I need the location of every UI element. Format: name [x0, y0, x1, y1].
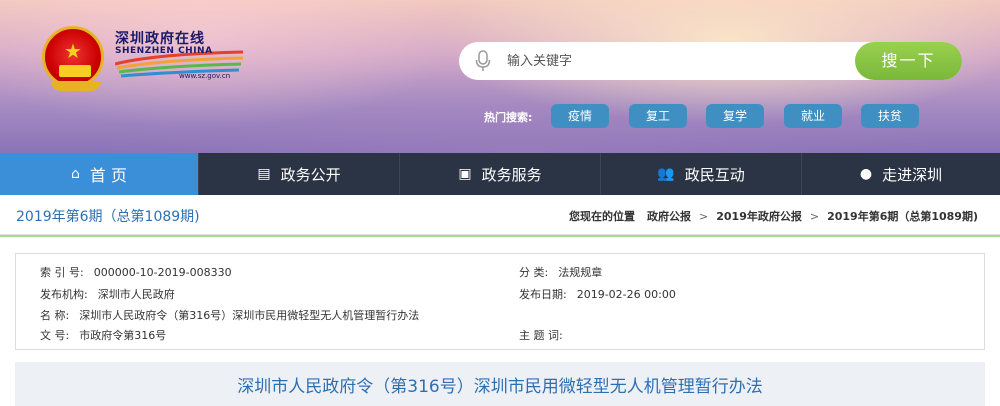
document-info-box: 索 引 号: 000000-10-2019-008330 分 类: 法规规章 发布机… [15, 253, 985, 350]
info-category-value: 法规规章 [558, 266, 603, 279]
nav-item-about-shenzhen[interactable]: ● 走进深圳 [802, 153, 1000, 195]
info-index-key: 索 引 号: [40, 266, 84, 279]
info-index-value: 000000-10-2019-008330 [93, 266, 232, 279]
monitor-icon: ▣ [458, 166, 472, 182]
info-publisher: 发布机构: 深圳市人民政府 [40, 286, 175, 302]
breadcrumb-item-issue[interactable]: 2019年第6期（总第1089期) [827, 208, 978, 224]
info-name-key: 名 称: [40, 309, 70, 322]
logo-chinese-text: 深圳政府在线 [115, 31, 205, 47]
main-nav: ⌂ 首 页 ▤ 政务公开 ▣ 政务服务 👥 政民互动 ● 走进深圳 [0, 153, 1000, 195]
info-docno: 文 号: 市政府令第316号 [40, 327, 166, 343]
nav-item-home[interactable]: ⌂ 首 页 [0, 153, 199, 195]
info-name-value: 深圳市人民政府令（第316号）深圳市民用微轻型无人机管理暂行办法 [79, 309, 420, 322]
breadcrumb: 您现在的位置 政府公报 > 2019年政府公报 > 2019年第6期（总第108… [569, 208, 978, 224]
info-docno-value: 市政府令第316号 [79, 329, 167, 342]
nav-label-home: 首 页 [89, 166, 127, 185]
hot-tag-epidemic[interactable]: 疫情 [551, 104, 609, 128]
search-button[interactable]: 搜一下 [855, 42, 962, 80]
info-publisher-key: 发布机构: [40, 288, 88, 301]
nav-label-gov-affairs: 政务公开 [280, 165, 341, 184]
nav-item-gov-affairs[interactable]: ▤ 政务公开 [199, 153, 400, 195]
hot-tag-poverty[interactable]: 扶贫 [861, 104, 919, 128]
people-icon: 👥 [657, 166, 675, 182]
info-docno-key: 文 号: [40, 329, 70, 342]
info-subject-key: 主 题 词: [519, 329, 563, 342]
search-box: 搜一下 [459, 42, 962, 80]
info-date: 发布日期: 2019-02-26 00:00 [519, 286, 676, 302]
site-logo[interactable]: 深圳政府在线 SHENZHEN CHINA www.sz.gov.cn [115, 28, 245, 88]
home-icon: ⌂ [71, 166, 80, 182]
info-category: 分 类: 法规规章 [519, 264, 602, 280]
breadcrumb-separator-icon: > [809, 209, 820, 223]
divider [0, 235, 1000, 237]
nav-item-gov-services[interactable]: ▣ 政务服务 [400, 153, 601, 195]
hot-tag-resume-work[interactable]: 复工 [629, 104, 687, 128]
logo-english-text: SHENZHEN CHINA [115, 46, 213, 56]
header-banner: ★ 深圳政府在线 SHENZHEN CHINA www.sz.gov.cn 搜一… [0, 0, 1000, 153]
breadcrumb-lead: 您现在的位置 [569, 210, 636, 223]
issue-title: 2019年第6期（总第1089期) [16, 209, 200, 225]
nav-label-gov-services: 政务服务 [481, 165, 542, 184]
nav-label-about-shenzhen: 走进深圳 [882, 165, 943, 184]
document-title: 深圳市人民政府令（第316号）深圳市民用微轻型无人机管理暂行办法 [237, 377, 763, 397]
breadcrumb-item-gazette[interactable]: 政府公报 [647, 208, 691, 224]
breadcrumb-separator-icon: > [699, 209, 709, 223]
microphone-icon[interactable] [475, 50, 491, 72]
nav-label-interaction: 政民互动 [684, 165, 745, 184]
info-name: 名 称: 深圳市人民政府令（第316号）深圳市民用微轻型无人机管理暂行办法 [40, 307, 419, 323]
search-input[interactable] [507, 42, 847, 80]
breadcrumb-item-year[interactable]: 2019年政府公报 [716, 208, 802, 224]
breadcrumb-bar: 2019年第6期（总第1089期) 您现在的位置 政府公报 > 2019年政府公… [0, 195, 1000, 235]
hot-tag-resume-school[interactable]: 复学 [706, 104, 764, 128]
hot-tag-employment[interactable]: 就业 [784, 104, 842, 128]
info-category-key: 分 类: [519, 266, 549, 279]
info-date-value: 2019-02-26 00:00 [576, 288, 676, 301]
info-subject: 主 题 词: [519, 327, 573, 343]
nav-item-interaction[interactable]: 👥 政民互动 [601, 153, 802, 195]
info-index: 索 引 号: 000000-10-2019-008330 [40, 264, 232, 280]
news-icon: ▤ [257, 166, 271, 182]
chat-icon: ● [859, 166, 873, 182]
info-publisher-value: 深圳市人民政府 [97, 288, 175, 301]
info-date-key: 发布日期: [519, 288, 567, 301]
logo-url-text: www.sz.gov.cn [179, 72, 231, 80]
hot-search-label: 热门搜索: [484, 111, 533, 124]
national-emblem-icon: ★ [42, 26, 104, 91]
document-title-bar: 深圳市人民政府令（第316号）深圳市民用微轻型无人机管理暂行办法 [15, 362, 985, 406]
